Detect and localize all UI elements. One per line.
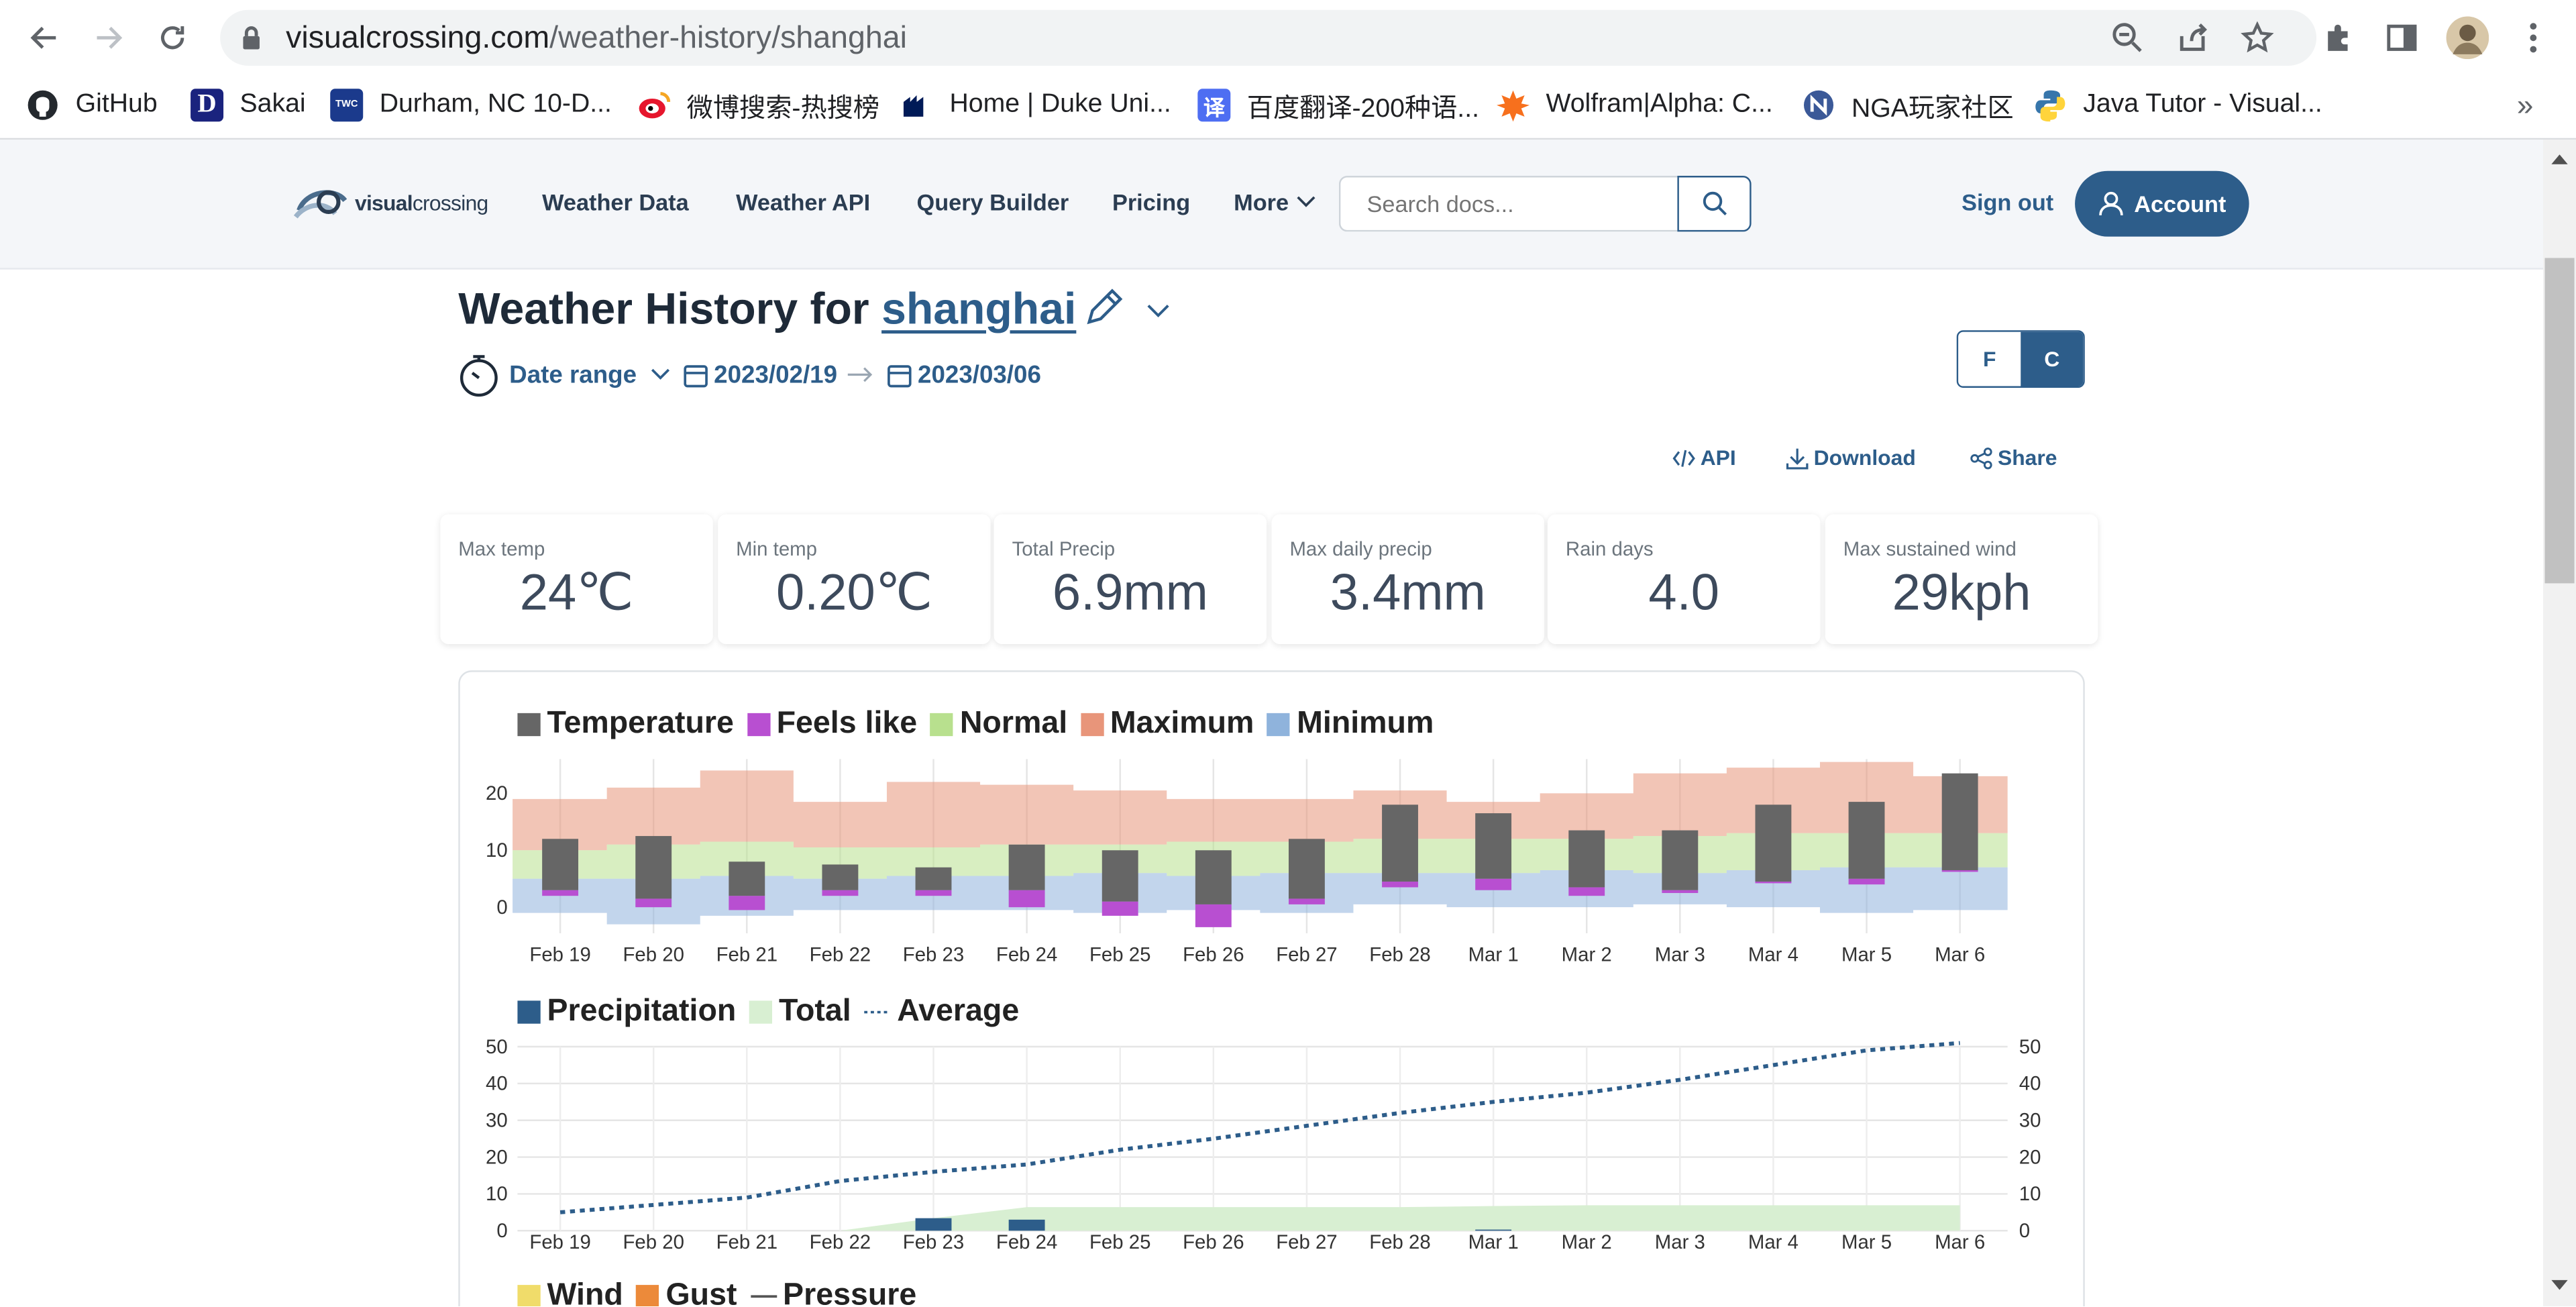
- x-tick-label: Mar 5: [1841, 1231, 1892, 1253]
- y-tick-label-right: 30: [2019, 1110, 2041, 1132]
- x-tick-label: Mar 4: [1748, 1231, 1799, 1253]
- x-tick-label: Feb 26: [1183, 1231, 1244, 1253]
- y-tick-label-left: 10: [486, 1183, 508, 1205]
- total-area: [560, 1205, 1960, 1231]
- x-tick-label: Feb 27: [1276, 1231, 1337, 1253]
- y-tick-label-right: 10: [2019, 1183, 2041, 1205]
- precipitation-bar: [915, 1218, 952, 1231]
- x-tick-label: Feb 19: [529, 1231, 590, 1253]
- x-tick-label: Feb 21: [716, 1231, 777, 1253]
- y-tick-label-right: 20: [2019, 1146, 2041, 1168]
- y-tick-label-left: 40: [486, 1073, 508, 1095]
- x-tick-label: Feb 22: [810, 1231, 871, 1253]
- precipitation-bar: [1475, 1229, 1512, 1231]
- x-tick-label: Mar 2: [1562, 1231, 1612, 1253]
- x-tick-label: Feb 23: [903, 1231, 964, 1253]
- x-tick-label: Feb 20: [623, 1231, 684, 1253]
- y-tick-label-right: 0: [2019, 1220, 2030, 1242]
- y-tick-label-left: 50: [486, 1036, 508, 1058]
- x-tick-label: Mar 3: [1655, 1231, 1705, 1253]
- y-tick-label-right: 50: [2019, 1036, 2041, 1058]
- x-tick-label: Feb 28: [1369, 1231, 1430, 1253]
- y-tick-label-left: 30: [486, 1110, 508, 1132]
- y-tick-label-left: 20: [486, 1146, 508, 1168]
- precipitation-chart: 0 0 10 10 20 20 30 30 40 40 50 50 Feb 19 Feb 20 Feb 21…: [486, 1036, 2041, 1253]
- average-line: [559, 1041, 1960, 1214]
- y-tick-label-right: 40: [2019, 1073, 2041, 1095]
- precipitation-bar: [1008, 1219, 1045, 1231]
- x-tick-label: Mar 1: [1468, 1231, 1519, 1253]
- x-tick-label: Feb 25: [1089, 1231, 1150, 1253]
- x-tick-label: Mar 6: [1935, 1231, 1985, 1253]
- y-tick-label-left: 0: [496, 1220, 507, 1242]
- x-tick-label: Feb 24: [996, 1231, 1057, 1253]
